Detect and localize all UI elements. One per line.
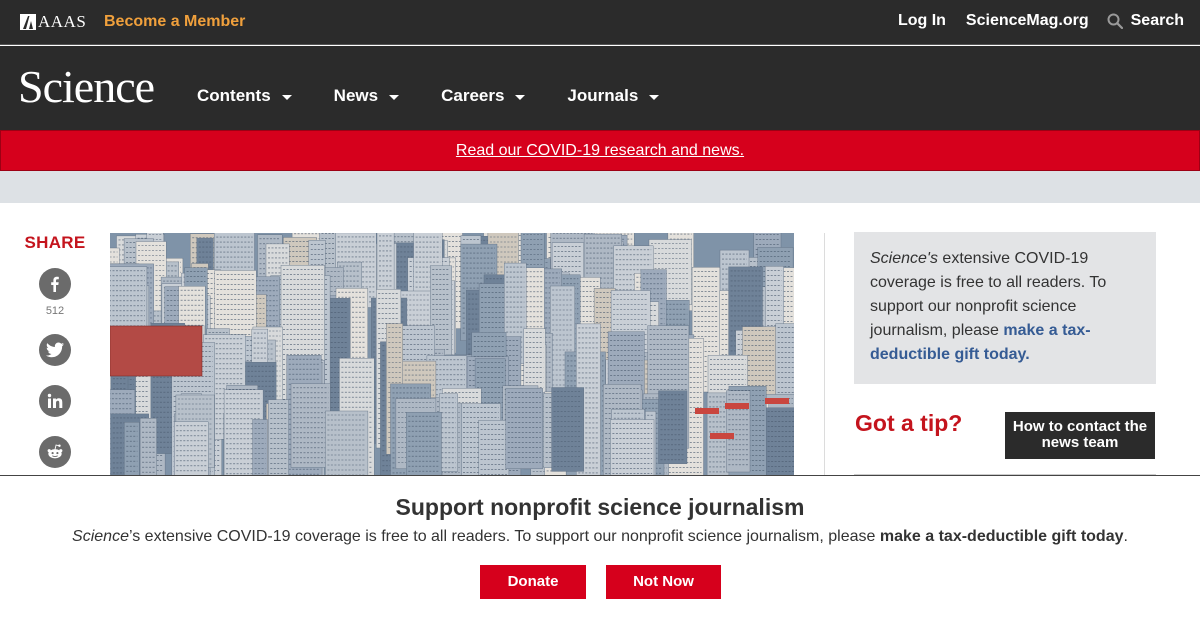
aaas-mark-icon xyxy=(20,14,36,30)
column-divider xyxy=(824,233,825,478)
nav-contents-label: Contents xyxy=(197,86,271,105)
sciencemag-link[interactable]: ScienceMag.org xyxy=(966,12,1089,30)
twitter-icon xyxy=(46,342,64,358)
nav-careers-label: Careers xyxy=(441,86,505,105)
facebook-share-count: 512 xyxy=(45,305,65,317)
got-a-tip-heading: Got a tip? xyxy=(855,410,963,436)
search-label: Search xyxy=(1130,12,1184,29)
share-column: SHARE 512 xyxy=(20,233,90,468)
twitter-share-button[interactable] xyxy=(39,334,71,366)
facebook-icon xyxy=(51,276,59,292)
linkedin-icon xyxy=(47,393,63,408)
nav-careers[interactable]: Careers xyxy=(441,86,526,106)
hero-image xyxy=(110,233,794,478)
city-skyline-image xyxy=(110,233,794,478)
donation-text-body: ’s extensive COVID-19 coverage is free t… xyxy=(128,528,880,545)
caret-down-icon xyxy=(281,94,292,100)
aaas-logo[interactable]: AAAS xyxy=(20,12,87,31)
gray-strip xyxy=(0,171,1200,203)
search-icon xyxy=(1107,13,1123,29)
covid-promo-box: Science's extensive COVID-19 coverage is… xyxy=(854,232,1156,384)
top-right-links: Log In ScienceMag.org Search xyxy=(878,12,1184,30)
covid-research-link[interactable]: Read our COVID-19 research and news. xyxy=(456,142,744,160)
share-title: SHARE xyxy=(24,233,86,252)
donation-text: Science’s extensive COVID-19 coverage is… xyxy=(0,528,1200,546)
contact-news-team-button[interactable]: How to contact the news team xyxy=(1005,412,1155,459)
donation-text-strong: make a tax-deductible gift today xyxy=(879,528,1124,545)
reddit-icon xyxy=(47,444,63,459)
login-link[interactable]: Log In xyxy=(898,12,946,30)
nav-journals[interactable]: Journals xyxy=(567,86,660,106)
nav-journals-label: Journals xyxy=(567,86,639,105)
donation-text-end: . xyxy=(1123,528,1128,545)
masthead: Science Contents News Careers Journals xyxy=(0,46,1200,130)
donation-text-emphasis: Science xyxy=(72,528,129,545)
linkedin-share-button[interactable] xyxy=(39,385,71,417)
aaas-logo-text: AAAS xyxy=(38,12,87,31)
covid-banner: Read our COVID-19 research and news. xyxy=(0,130,1200,171)
donation-overlay: Support nonprofit science journalism Sci… xyxy=(0,475,1200,630)
caret-down-icon xyxy=(515,94,526,100)
donation-title: Support nonprofit science journalism xyxy=(395,494,805,520)
science-logo[interactable]: Science xyxy=(18,60,155,113)
promo-emphasis: Science's xyxy=(870,250,938,267)
main-nav: Contents News Careers Journals xyxy=(197,86,701,106)
become-member-link[interactable]: Become a Member xyxy=(104,13,245,31)
not-now-button[interactable]: Not Now xyxy=(606,565,721,599)
search-button[interactable]: Search xyxy=(1107,12,1184,30)
donate-button[interactable]: Donate xyxy=(480,565,586,599)
caret-down-icon xyxy=(389,94,400,100)
nav-news-label: News xyxy=(333,86,379,105)
nav-contents[interactable]: Contents xyxy=(197,86,292,106)
top-utility-bar: AAAS Become a Member Log In ScienceMag.o… xyxy=(0,0,1200,45)
facebook-share-button[interactable] xyxy=(39,268,71,300)
reddit-share-button[interactable] xyxy=(39,436,71,468)
nav-news[interactable]: News xyxy=(333,86,400,106)
caret-down-icon xyxy=(649,94,660,100)
